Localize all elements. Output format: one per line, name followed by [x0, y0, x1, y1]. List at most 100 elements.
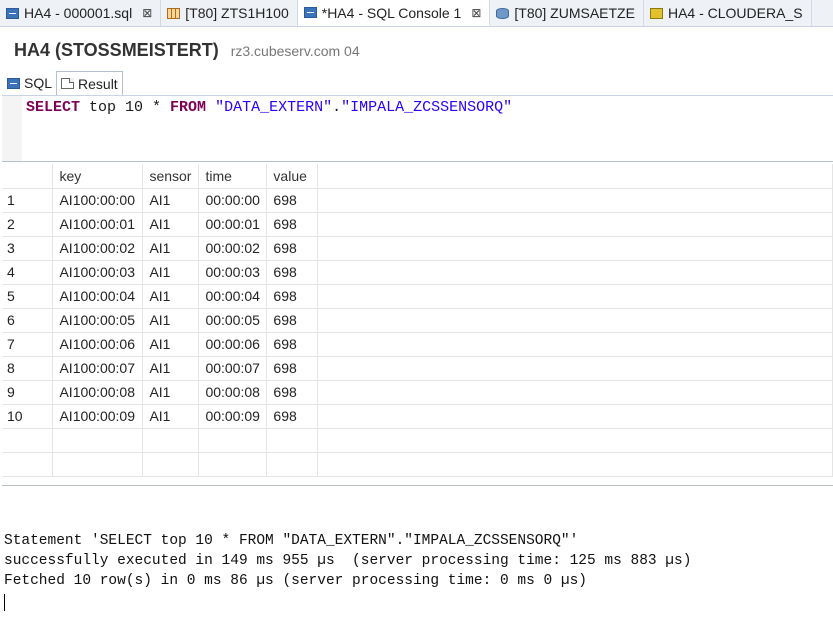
row-number[interactable]: 1 [2, 188, 54, 213]
tab-zumsaetze[interactable]: [T80] ZUMSAETZE [490, 0, 644, 26]
table-icon [167, 7, 181, 19]
cell-key[interactable]: AI100:00:04 [52, 284, 144, 309]
table-row[interactable]: 8 AI100:00:07 AI1 00:00:07 698 [2, 356, 833, 381]
console-subtabs: SQL Result [3, 71, 123, 95]
row-number[interactable]: 3 [2, 236, 54, 261]
sql-editor[interactable]: SELECT top 10 * FROM "DATA_EXTERN"."IMPA… [2, 95, 833, 162]
table-row[interactable]: 4 AI100:00:03 AI1 00:00:03 698 [2, 260, 833, 285]
cell-time[interactable]: 00:00:04 [198, 284, 268, 309]
sql-dot: . [332, 99, 342, 116]
cell-sensor[interactable]: AI1 [142, 212, 200, 237]
result-table: key sensor time value 1 AI100:00:00 AI1 00:… [2, 164, 833, 477]
cell-key[interactable]: AI100:00:03 [52, 260, 144, 285]
cell-time[interactable]: 00:00:06 [198, 332, 268, 357]
cell-time[interactable]: 00:00:05 [198, 308, 268, 333]
cell-key[interactable]: AI100:00:05 [52, 308, 144, 333]
cell-value[interactable]: 698 [266, 284, 319, 309]
sql-keyword-select: SELECT [26, 99, 81, 116]
cell-sensor[interactable]: AI1 [142, 284, 200, 309]
cell-key[interactable]: AI100:00:09 [52, 404, 144, 429]
row-number[interactable]: 10 [2, 404, 54, 429]
tab-label: [T80] ZTS1H100 [185, 5, 289, 21]
table-row[interactable]: 1 AI100:00:00 AI1 00:00:00 698 [2, 188, 833, 213]
row-number[interactable]: 4 [2, 260, 54, 285]
cell-time[interactable]: 00:00:00 [198, 188, 268, 213]
cell-sensor[interactable]: AI1 [142, 260, 200, 285]
empty-row [2, 452, 833, 477]
cell-time[interactable]: 00:00:09 [198, 404, 268, 429]
cell-time[interactable]: 00:00:07 [198, 356, 268, 381]
tab-zts1h100[interactable]: [T80] ZTS1H100 [161, 0, 298, 26]
tab-cloudera[interactable]: HA4 - CLOUDERA_S [644, 0, 812, 26]
table-row[interactable]: 7 AI100:00:06 AI1 00:00:06 698 [2, 332, 833, 357]
cell-key[interactable]: AI100:00:01 [52, 212, 144, 237]
cell-key[interactable]: AI100:00:06 [52, 332, 144, 357]
cell-time[interactable]: 00:00:01 [198, 212, 268, 237]
empty-cell [317, 212, 833, 237]
row-number[interactable]: 5 [2, 284, 54, 309]
table-row[interactable]: 5 AI100:00:04 AI1 00:00:04 698 [2, 284, 833, 309]
result-grid[interactable]: key sensor time value 1 AI100:00:00 AI1 00:… [2, 164, 833, 486]
cell-value[interactable]: 698 [266, 404, 319, 429]
cell-value[interactable]: 698 [266, 308, 319, 333]
row-number[interactable]: 6 [2, 308, 54, 333]
cell-key[interactable]: AI100:00:00 [52, 188, 144, 213]
cell-sensor[interactable]: AI1 [142, 188, 200, 213]
tab-label: HA4 - 000001.sql [24, 5, 133, 21]
sql-statement[interactable]: SELECT top 10 * FROM "DATA_EXTERN"."IMPA… [26, 99, 512, 116]
row-number[interactable]: 7 [2, 332, 54, 357]
tab-result[interactable]: Result [56, 71, 123, 95]
column-header-sensor[interactable]: sensor [142, 164, 200, 189]
system-host: rz3.cubeserv.com 04 [230, 43, 360, 59]
table-row[interactable]: 6 AI100:00:05 AI1 00:00:05 698 [2, 308, 833, 333]
tab-sql-console-1[interactable]: *HA4 - SQL Console 1 ⊠ [297, 0, 491, 26]
tab-label: *HA4 - SQL Console 1 [321, 4, 462, 21]
cell-key[interactable]: AI100:00:08 [52, 380, 144, 405]
text-caret [4, 594, 5, 611]
cell-value[interactable]: 698 [266, 212, 319, 237]
empty-header [317, 164, 833, 189]
tab-000001-sql[interactable]: HA4 - 000001.sql ⊠ [0, 0, 162, 26]
table-header-row: key sensor time value [2, 164, 833, 189]
cell-sensor[interactable]: AI1 [142, 356, 200, 381]
cell-value[interactable]: 698 [266, 356, 319, 381]
result-icon [61, 78, 75, 89]
cell-time[interactable]: 00:00:02 [198, 236, 268, 261]
cell-time[interactable]: 00:00:03 [198, 260, 268, 285]
tab-label: HA4 - CLOUDERA_S [667, 5, 803, 21]
column-header-key[interactable]: key [52, 164, 144, 189]
sql-keyword-from: FROM [170, 99, 207, 116]
cell-key[interactable]: AI100:00:02 [52, 236, 144, 261]
cell-sensor[interactable]: AI1 [142, 236, 200, 261]
row-number-header[interactable] [2, 164, 54, 189]
cell-sensor[interactable]: AI1 [142, 332, 200, 357]
cell-value[interactable]: 698 [266, 380, 319, 405]
close-icon[interactable]: ⊠ [142, 6, 152, 20]
message-console[interactable]: Statement 'SELECT top 10 * FROM "DATA_EX… [0, 490, 833, 628]
cell-value[interactable]: 698 [266, 236, 319, 261]
database-icon [496, 7, 510, 19]
cell-sensor[interactable]: AI1 [142, 404, 200, 429]
row-number[interactable]: 9 [2, 380, 54, 405]
cell-sensor[interactable]: AI1 [142, 308, 200, 333]
console-header: HA4 (STOSSMEISTERT) rz3.cubeserv.com 04 [14, 40, 360, 61]
table-row[interactable]: 2 AI100:00:01 AI1 00:00:01 698 [2, 212, 833, 237]
cell-sensor[interactable]: AI1 [142, 380, 200, 405]
close-icon[interactable]: ⊠ [471, 6, 481, 20]
sql-icon [7, 77, 20, 89]
table-row[interactable]: 10 AI100:00:09 AI1 00:00:09 698 [2, 404, 833, 429]
cell-value[interactable]: 698 [266, 332, 319, 357]
table-row[interactable]: 3 AI100:00:02 AI1 00:00:02 698 [2, 236, 833, 261]
cell-value[interactable]: 698 [266, 188, 319, 213]
cell-time[interactable]: 00:00:08 [198, 380, 268, 405]
tab-sql[interactable]: SQL [3, 71, 56, 95]
cell-value[interactable]: 698 [266, 260, 319, 285]
row-number[interactable]: 2 [2, 212, 54, 237]
row-number[interactable]: 8 [2, 356, 54, 381]
tab-label: [T80] ZUMSAETZE [514, 5, 635, 21]
table-row[interactable]: 9 AI100:00:08 AI1 00:00:08 698 [2, 380, 833, 405]
cell-key[interactable]: AI100:00:07 [52, 356, 144, 381]
column-header-value[interactable]: value [266, 164, 319, 189]
column-header-time[interactable]: time [198, 164, 268, 189]
